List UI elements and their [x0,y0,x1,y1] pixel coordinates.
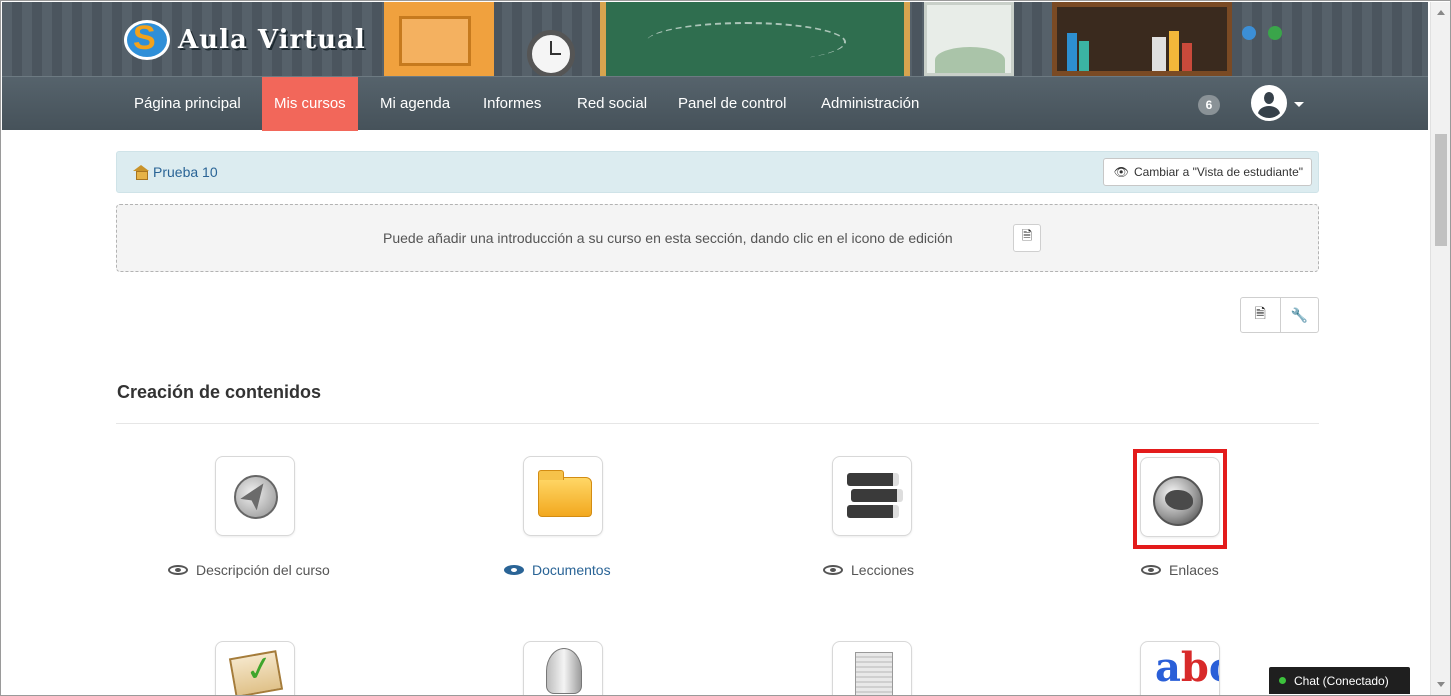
tool-lessons[interactable] [832,456,912,536]
bell-icon [546,648,582,694]
section-title: Creación de contenidos [117,382,322,402]
home-icon[interactable] [133,165,149,180]
site-logo[interactable]: Aula Virtual [124,16,366,64]
site-name: Aula Virtual [178,25,366,55]
scroll-thumb[interactable] [1435,134,1447,246]
globe-icon [1153,476,1203,526]
scroll-up-icon[interactable] [1437,10,1445,15]
eye-visible-icon[interactable] [504,565,524,575]
course-intro-box: Puede añadir una introducción a su curso… [116,204,1319,272]
banner-decor-chalkboard [600,2,910,76]
nav-item-my-courses[interactable]: Mis cursos [262,77,358,131]
compass-icon [234,475,278,519]
student-view-label: Cambiar a "Vista de estudiante" [1133,165,1303,179]
top-user-icons [1242,26,1282,40]
tool-label-documents[interactable]: Documentos [504,562,611,578]
tool-links[interactable] [1140,457,1220,537]
nav-item-agenda[interactable]: Mi agenda [368,77,462,131]
scroll-down-icon[interactable] [1437,682,1445,687]
header-banner: Aula Virtual [2,2,1428,76]
chat-tab[interactable]: Chat (Conectado) [1269,667,1410,694]
breadcrumb-course-link[interactable]: Prueba 10 [153,164,218,180]
user-avatar[interactable] [1251,85,1287,121]
abc-icon: abc [1155,644,1219,691]
tool-course-description[interactable] [215,456,295,536]
tool-announcements[interactable] [523,641,603,695]
tool-label-links[interactable]: Enlaces [1141,562,1219,578]
nav-item-control-panel[interactable]: Panel de control [666,77,798,131]
eye-hidden-icon[interactable] [823,565,843,575]
edit-intro-button[interactable]: 🗎 [1013,224,1041,252]
eye-hidden-icon[interactable] [1141,565,1161,575]
clock-icon [527,30,575,76]
intro-text: Puede añadir una introducción a su curso… [383,230,953,246]
breadcrumb: Prueba 10 👁 Cambiar a "Vista de estudian… [116,151,1319,193]
tool-links-highlight [1133,449,1227,549]
tool-label-lessons[interactable]: Lecciones [823,562,914,578]
tool-gradebook[interactable] [832,641,912,695]
chevron-down-icon[interactable] [1294,102,1304,107]
tree-icon[interactable] [1268,26,1282,40]
tool-label-course-description[interactable]: Descripción del curso [168,562,330,578]
nav-item-home[interactable]: Página principal [122,77,253,131]
banner-decor-wall [384,2,494,76]
nav-item-reports[interactable]: Informes [471,77,553,131]
student-view-button[interactable]: 👁 Cambiar a "Vista de estudiante" [1102,158,1312,186]
checklist-icon [228,650,284,695]
logo-mark-icon [124,19,170,60]
page-frame: Aula Virtual Página principal Mis cursos… [0,0,1451,696]
page-scrollbar[interactable] [1430,2,1450,695]
eye-hidden-icon[interactable] [168,565,188,575]
section-divider [116,423,1319,424]
tool-documents[interactable] [523,456,603,536]
tool-assignments[interactable] [215,641,295,695]
nav-item-administration[interactable]: Administración [809,77,931,131]
tool-glossary[interactable]: abc [1140,641,1220,695]
banner-decor-bookshelf [1052,2,1232,76]
document-icon: 🗎 [1021,228,1033,243]
eye-icon: 👁 [1113,165,1129,179]
document-icon[interactable]: 🗎 [1241,298,1280,332]
folder-icon [538,470,592,517]
user-icon[interactable] [1242,26,1256,40]
course-tools-group: 🗎 🔧 [1240,297,1319,333]
nav-item-social-network[interactable]: Red social [565,77,659,131]
calculator-icon [855,652,893,695]
books-icon [847,473,903,521]
wrench-icon[interactable]: 🔧 [1279,298,1319,332]
notification-badge[interactable]: 6 [1198,95,1220,115]
status-online-icon [1279,677,1286,684]
banner-decor-poster [924,2,1014,76]
main-navbar: Página principal Mis cursos Mi agenda In… [2,76,1428,131]
